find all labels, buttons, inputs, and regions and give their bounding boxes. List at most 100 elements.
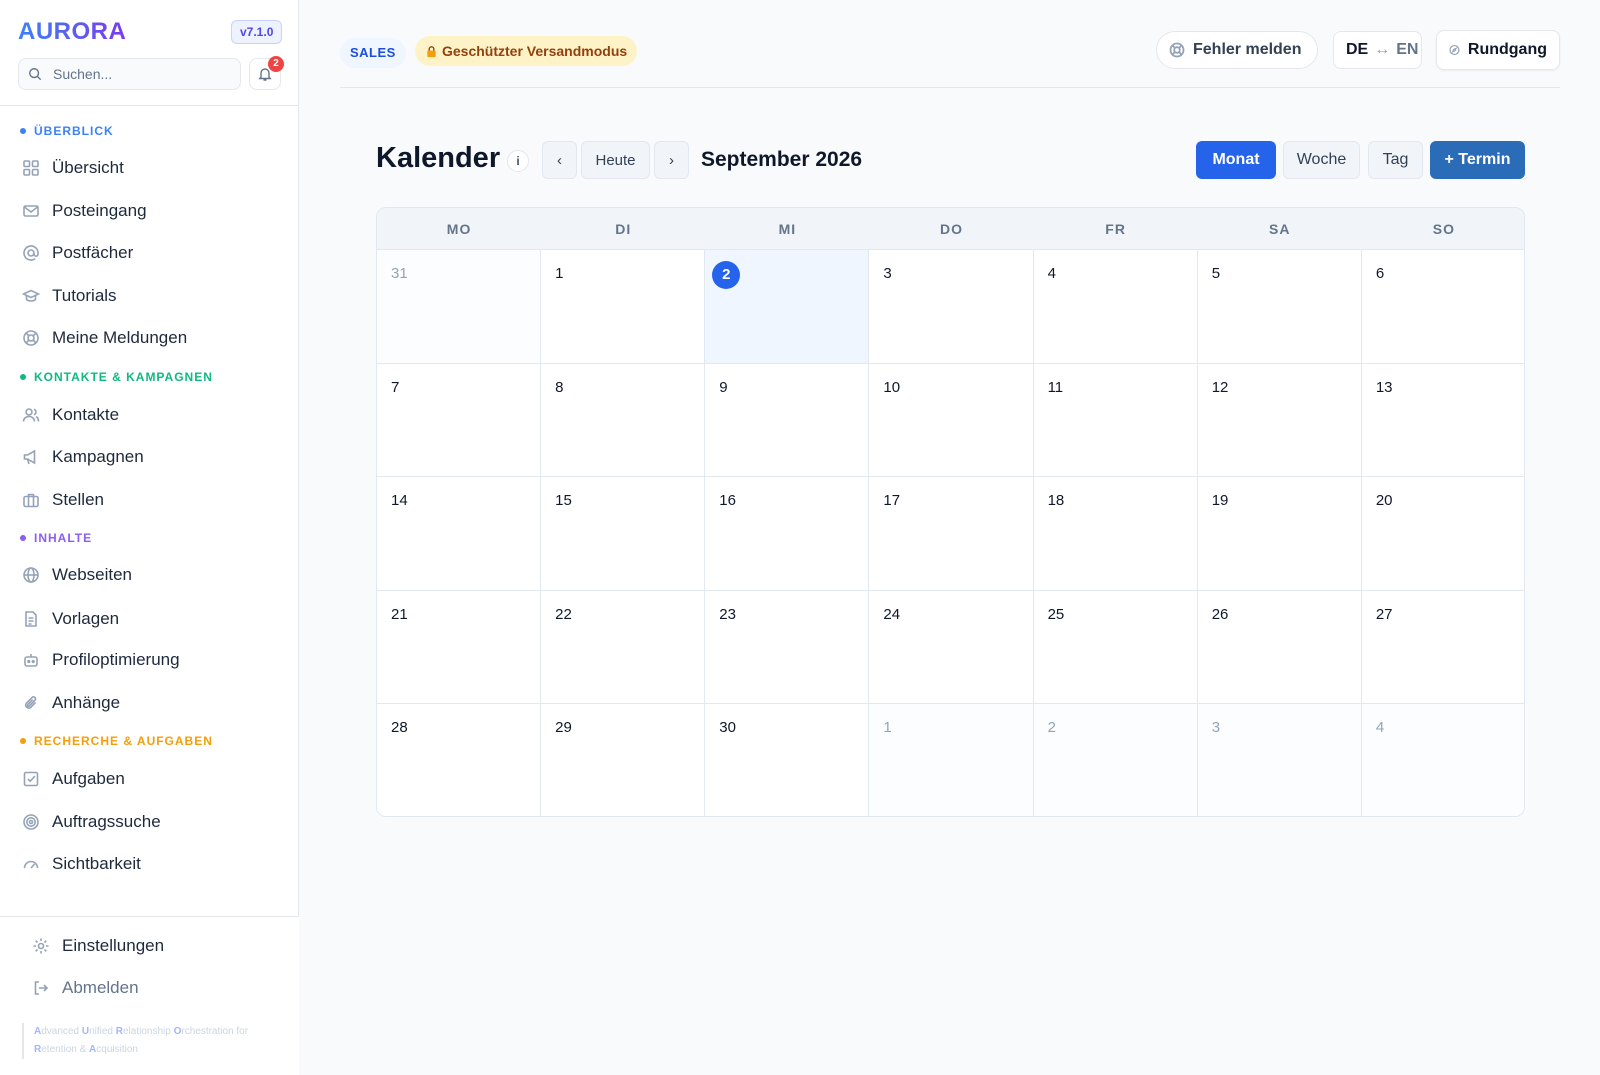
settings-link[interactable]: Einstellungen <box>32 931 164 961</box>
sidebar-item-label: Tutorials <box>52 286 117 305</box>
calendar-day[interactable]: 2 <box>1033 704 1198 816</box>
compass-icon <box>1449 44 1460 56</box>
sidebar-item-label: Vorlagen <box>52 609 120 628</box>
day-number: 23 <box>719 605 736 623</box>
calendar-day[interactable]: 21 <box>377 590 542 705</box>
calendar-day[interactable]: 11 <box>1033 363 1198 478</box>
calendar-day[interactable]: 3 <box>1197 704 1362 816</box>
day-number: 6 <box>1375 265 1385 282</box>
calendar-day[interactable]: 15 <box>541 477 706 591</box>
tour-button[interactable]: Rundgang <box>1436 30 1560 70</box>
logout-link[interactable]: Abmelden <box>32 973 139 1003</box>
lifebuoy-icon <box>23 330 39 346</box>
tour-label: Rundgang <box>1467 41 1547 58</box>
day-number: 14 <box>391 492 408 510</box>
calendar-day[interactable]: 13 <box>1361 363 1524 478</box>
lang-de: DE <box>1346 41 1369 58</box>
calendar-day[interactable]: 20 <box>1361 477 1524 591</box>
sidebar-item-label: Postfächer <box>52 243 134 262</box>
calendar-day[interactable]: 1 <box>541 250 706 364</box>
sidebar: AURORA v7.1.0 2 ÜBERBLICK Übersicht Post… <box>0 0 299 1075</box>
calendar-day[interactable]: 30 <box>705 704 870 816</box>
target-icon <box>23 814 39 830</box>
calendar-day[interactable]: 17 <box>869 477 1034 591</box>
calendar-day[interactable]: 4 <box>1361 704 1524 816</box>
prev-month-button[interactable]: ‹ <box>542 141 577 179</box>
sidebar-item-label: Kontakte <box>52 405 120 424</box>
sidebar-item-vorlagen[interactable]: Vorlagen <box>18 600 280 638</box>
sidebar-item-label: Aufgaben <box>52 769 125 788</box>
calendar-day[interactable]: 28 <box>377 704 542 816</box>
sidebar-item-postfaecher[interactable]: Postfächer <box>18 234 280 272</box>
sidebar-item-label: Anhänge <box>52 693 121 712</box>
weekday-label: FR <box>1105 221 1126 237</box>
weekday-label: DO <box>939 221 963 237</box>
calendar-day[interactable]: 16 <box>705 477 870 591</box>
calendar-day[interactable]: 14 <box>377 477 542 591</box>
sidebar-item-aufgaben[interactable]: Aufgaben <box>18 760 280 798</box>
calendar-day[interactable]: 18 <box>1033 477 1198 591</box>
mail-icon <box>23 205 39 217</box>
sidebar-item-webseiten[interactable]: Webseiten <box>18 556 280 594</box>
calendar-day[interactable]: 29 <box>541 704 706 816</box>
sidebar-item-kampagnen[interactable]: Kampagnen <box>18 438 280 476</box>
calendar-day[interactable]: 12 <box>1197 363 1362 478</box>
sidebar-item-profiloptimierung[interactable]: Profiloptimierung <box>18 641 280 679</box>
view-day-button[interactable]: Tag <box>1368 141 1423 179</box>
add-event-button[interactable]: + Termin <box>1430 141 1525 179</box>
view-week-button[interactable]: Woche <box>1283 141 1360 179</box>
app-logo[interactable]: AURORA <box>18 18 126 46</box>
globe-icon <box>23 567 39 583</box>
calendar-day[interactable]: 4 <box>1033 250 1198 364</box>
sidebar-item-label: Kampagnen <box>52 447 144 466</box>
sidebar-item-uebersicht[interactable]: Übersicht <box>18 149 280 187</box>
report-bug-button[interactable]: Fehler melden <box>1156 31 1318 69</box>
calendar-day[interactable]: 8 <box>541 363 706 478</box>
sidebar-item-sichtbarkeit[interactable]: Sichtbarkeit <box>18 845 280 883</box>
sidebar-item-stellen[interactable]: Stellen <box>18 481 280 519</box>
calendar-day[interactable]: 3 <box>869 250 1034 364</box>
day-number: 18 <box>1047 492 1065 510</box>
calendar-day[interactable]: 22 <box>541 590 706 705</box>
sidebar-item-auftragssuche[interactable]: Auftragssuche <box>18 803 280 841</box>
search-input[interactable] <box>18 58 241 90</box>
calendar-day[interactable]: 31 <box>377 250 542 364</box>
info-icon[interactable]: i <box>507 150 529 172</box>
calendar-day[interactable]: 10 <box>869 363 1034 478</box>
sidebar-item-label: Meine Meldungen <box>52 328 188 347</box>
next-month-button[interactable]: › <box>654 141 689 179</box>
language-toggle[interactable]: DE ↔ EN <box>1333 31 1422 69</box>
calendar-day[interactable]: 24 <box>869 590 1034 705</box>
grid-icon <box>23 160 39 176</box>
calendar-day[interactable]: 6 <box>1361 250 1524 364</box>
sidebar-item-anhaenge[interactable]: Anhänge <box>18 684 280 722</box>
section-dot <box>20 374 26 380</box>
sidebar-item-label: Posteingang <box>52 201 147 220</box>
day-number: 20 <box>1375 492 1393 510</box>
calendar-day[interactable]: 9 <box>705 363 870 478</box>
sidebar-item-kontakte[interactable]: Kontakte <box>18 396 280 434</box>
calendar-day[interactable]: 25 <box>1033 590 1198 705</box>
at-icon <box>23 245 39 261</box>
day-number: 27 <box>1375 605 1393 623</box>
sidebar-item-label: Stellen <box>52 490 104 509</box>
calendar-day[interactable]: 7 <box>377 363 542 478</box>
current-month-label: September 2026 <box>701 148 863 171</box>
calendar-day[interactable]: 27 <box>1361 590 1524 705</box>
calendar-day[interactable]: 23 <box>705 590 870 705</box>
calendar-day[interactable]: 19 <box>1197 477 1362 591</box>
calendar-day-today[interactable]: 2 <box>705 250 870 364</box>
sidebar-nav: ÜBERBLICK Übersicht Posteingang Postfäch… <box>0 106 299 916</box>
calendar-day[interactable]: 5 <box>1197 250 1362 364</box>
day-number: 2 <box>712 261 741 289</box>
view-month-button[interactable]: Monat <box>1196 141 1276 179</box>
sidebar-item-tutorials[interactable]: Tutorials <box>18 277 280 315</box>
calendar-day[interactable]: 1 <box>869 704 1034 816</box>
sidebar-item-meine-meldungen[interactable]: Meine Meldungen <box>18 319 280 357</box>
today-button[interactable]: Heute <box>581 141 650 179</box>
calendar-day[interactable]: 26 <box>1197 590 1362 705</box>
sidebar-item-posteingang[interactable]: Posteingang <box>18 192 280 230</box>
page-title: Kalender <box>376 142 501 174</box>
nav-section-title: KONTAKTE & KAMPAGNEN <box>20 370 213 384</box>
day-number: 12 <box>1211 378 1229 396</box>
